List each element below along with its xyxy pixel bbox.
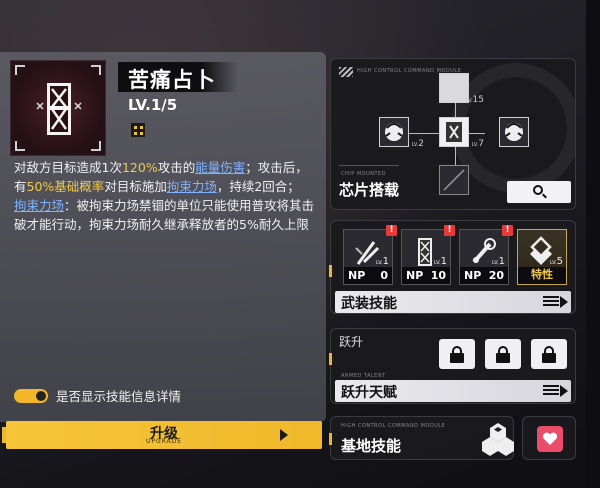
ascend-title: 跃升 (339, 335, 364, 349)
upgrade-button[interactable]: 升级 UPGRADE (2, 421, 322, 449)
chip-slot-left[interactable]: LV.2 (379, 117, 424, 149)
list-icon (543, 296, 559, 308)
locked-talent-slot-2[interactable] (485, 339, 521, 369)
weapon-skill-1[interactable]: ! LV.1 NP 0 (343, 225, 397, 285)
favorite-button[interactable] (522, 416, 576, 460)
ascend-panel: 跃升 ARMED TALENT 跃升天赋 (329, 328, 576, 404)
chip-zoom-button[interactable] (507, 181, 571, 203)
ascend-caption: ARMED TALENT (341, 373, 386, 379)
chip-title: 芯片搭载 (339, 181, 400, 199)
chip-slot-bottom-empty[interactable] (439, 165, 469, 195)
ascend-talent-button[interactable]: 跃升天赋 (335, 380, 571, 402)
arrow-right-icon (560, 296, 568, 308)
skill-description: 对敌方目标造成1次120%攻击的能量伤害；攻击后，有50%基础概率对目标施加拘束… (14, 160, 315, 232)
weapon-skill-2[interactable]: ! LV.1 NP 10 (401, 225, 455, 285)
core-chip-icon (446, 122, 462, 142)
empty-slot-icon (443, 169, 465, 191)
heart-icon (542, 432, 558, 445)
weapon-skills-button[interactable]: 武装技能 (335, 291, 571, 313)
alert-badge: ! (502, 225, 513, 236)
base-skill-title: 基地技能 (341, 437, 402, 455)
chip-panel: HIGH CONTROL COMMAND MODULE LV.15 LV.2 L… (330, 58, 576, 210)
restraint-field-keyword[interactable]: 拘束力场 (14, 198, 64, 213)
hatch-icon (339, 67, 353, 77)
list-icon (543, 385, 559, 397)
locked-talent-slot-3[interactable] (531, 339, 567, 369)
skill-chip-icon (130, 122, 146, 138)
upgrade-sublabel: UPGRADE (145, 438, 183, 445)
weapon-skills-panel: ! LV.1 NP 0 ! LV.1 NP 10 ! LV.1 NP 20 LV… (329, 220, 576, 314)
cube-cluster-icon (482, 423, 514, 456)
alert-badge: ! (444, 225, 455, 236)
skill-level: LV.1/5 (128, 96, 178, 114)
skill-icon (10, 60, 106, 156)
divination-icon (36, 83, 82, 135)
chip-slot-right[interactable] (499, 117, 529, 147)
crab-chip-icon (505, 123, 523, 141)
locked-talent-slot-1[interactable] (439, 339, 475, 369)
base-skill-button[interactable]: HIGH CONTROL COMMAND MODULE 基地技能 (329, 416, 514, 460)
detail-toggle-switch[interactable] (14, 388, 48, 403)
base-caption: HIGH CONTROL COMMAND MODULE (341, 423, 446, 429)
ascend-talent-title: 跃升天赋 (341, 385, 397, 401)
weapon-skills-title: 武装技能 (341, 296, 397, 312)
restraint-field-link[interactable]: 拘束力场 (167, 179, 217, 194)
detail-toggle-row[interactable]: 是否显示技能信息详情 (14, 386, 181, 405)
play-arrow-icon (280, 429, 288, 441)
screen-edge (586, 0, 600, 488)
weapon-skill-3[interactable]: ! LV.1 NP 20 (459, 225, 513, 285)
alert-badge: ! (386, 225, 397, 236)
skill-title: 苦痛占卜 (128, 68, 216, 92)
weapon-trait[interactable]: LV.5 特性 (517, 229, 567, 285)
chip-slot-center[interactable]: LV.7 (439, 117, 484, 149)
skill-detail-panel: 苦痛占卜 LV.1/5 对敌方目标造成1次120%攻击的能量伤害；攻击后，有50… (0, 52, 326, 422)
arrow-right-icon (560, 385, 568, 397)
crab-chip-icon (385, 123, 403, 141)
magnifier-icon (533, 185, 543, 195)
chip-slot-top[interactable]: LV.15 (439, 73, 484, 105)
chip-mounted-caption: CHIP MOUNTED (341, 171, 387, 177)
detail-toggle-label: 是否显示技能信息详情 (56, 389, 182, 404)
energy-damage-link[interactable]: 能量伤害 (195, 160, 245, 175)
